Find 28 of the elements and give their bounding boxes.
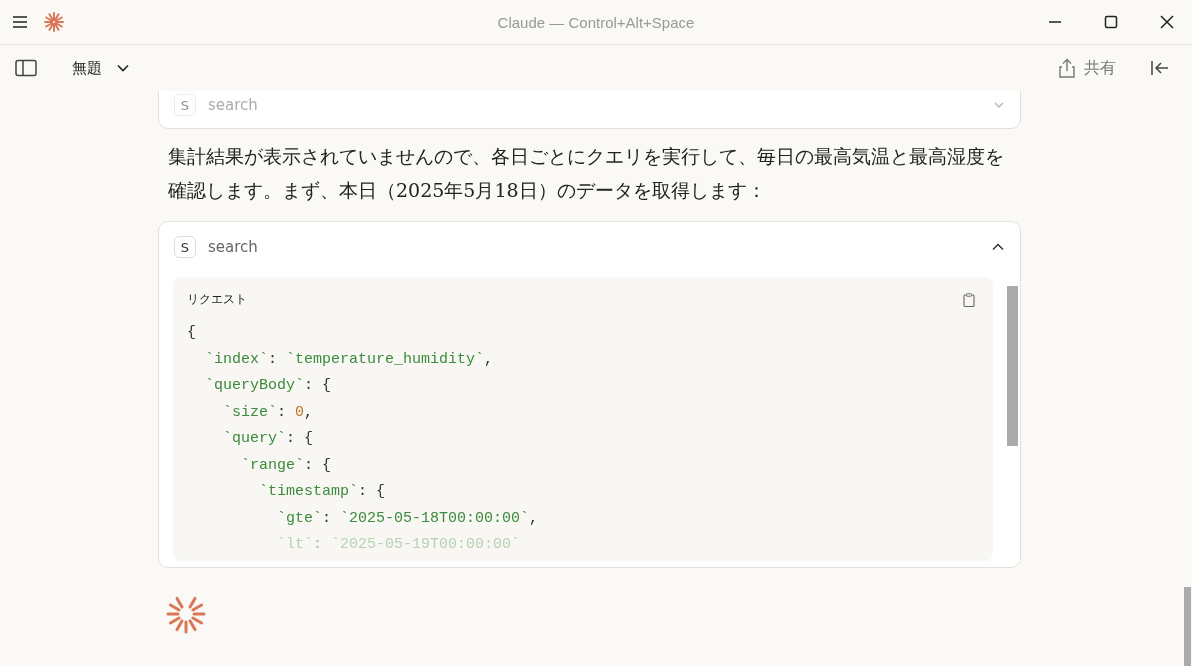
- window-title: Claude — Control+Alt+Space: [496, 13, 696, 31]
- chevron-down-icon[interactable]: [116, 63, 130, 73]
- maximize-icon[interactable]: [1103, 14, 1119, 30]
- code-line: `size`: 0,: [222, 402, 315, 423]
- code-line: `index`: `temperature_humidity`,: [204, 349, 495, 370]
- code-line: `range`: {: [240, 455, 333, 476]
- section-label: リクエスト: [187, 291, 247, 308]
- code-line: `lt`: `2025-05-19T00:00:00`: [276, 535, 522, 555]
- code-line: `queryBody`: {: [204, 376, 333, 396]
- scrollbar[interactable]: [1184, 587, 1191, 666]
- share-button[interactable]: 共有: [1054, 53, 1120, 83]
- logo-icon: [44, 12, 64, 32]
- message-text: 集計結果が表示されていませんので、各日ごとにクエリを実行して、毎日の最高気温と最高湿度を確認します。まず、本日（2025年5月18日）のデータを取得します：: [168, 144, 1005, 203]
- clipboard-icon[interactable]: [963, 292, 975, 307]
- menu-icon[interactable]: [12, 15, 28, 29]
- collapse-icon[interactable]: [1150, 59, 1170, 77]
- code-line: `query`: {: [222, 429, 315, 449]
- code-line: `timestamp`: {: [258, 482, 387, 502]
- tool-badge: S: [174, 236, 196, 258]
- code-line: `gte`: `2025-05-18T00:00:00`,: [276, 508, 540, 529]
- close-icon[interactable]: [1159, 14, 1175, 30]
- code-line: {: [187, 323, 197, 343]
- share-icon: [1058, 58, 1076, 78]
- tool-name[interactable]: search: [208, 238, 258, 256]
- sidebar-icon[interactable]: [15, 59, 37, 77]
- chevron-icon[interactable]: [991, 242, 1005, 252]
- chat-title[interactable]: 無題: [72, 58, 102, 78]
- tool-badge: S: [174, 94, 196, 116]
